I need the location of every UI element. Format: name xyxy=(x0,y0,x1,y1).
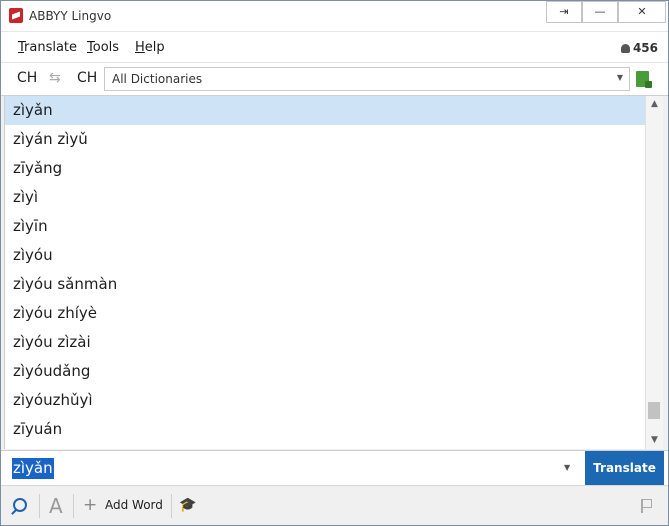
font-size-icon[interactable]: A xyxy=(49,494,63,518)
list-item[interactable]: zìyóudǎng xyxy=(5,357,646,386)
title-bar: ABBYY Lingvo ⇥ — ✕ xyxy=(1,1,668,31)
flag-icon[interactable] xyxy=(641,499,652,513)
close-button[interactable]: ✕ xyxy=(618,1,666,23)
scroll-up-icon[interactable]: ▲ xyxy=(646,96,663,113)
swap-languages-icon[interactable]: ⇆ xyxy=(49,70,61,86)
pin-icon: ⇥ xyxy=(559,5,569,18)
list-item[interactable]: zìyóu sǎnmàn xyxy=(5,270,646,299)
list-item[interactable]: zìyīn xyxy=(5,212,646,241)
search-input-selection: zìyǎn xyxy=(12,458,54,479)
language-bar: CH ⇆ CH All Dictionaries ▼ xyxy=(1,62,668,96)
list-item[interactable]: zīyǎng xyxy=(5,154,646,183)
dictionary-select[interactable]: All Dictionaries ▼ xyxy=(104,67,630,91)
source-language[interactable]: CH xyxy=(17,70,37,86)
close-icon: ✕ xyxy=(637,5,647,18)
graduation-cap-icon[interactable]: 🎓 xyxy=(179,497,196,513)
pin-button[interactable]: ⇥ xyxy=(546,1,582,23)
user-icon xyxy=(620,44,630,53)
word-list[interactable]: zìyǎn zìyán zìyǔ zīyǎng zìyì zìyīn zìyóu zìyóu… xyxy=(4,96,646,449)
menu-help-label: elp xyxy=(144,40,165,55)
app-window: ABBYY Lingvo ⇥ — ✕ Translate Tools Help … xyxy=(0,0,669,526)
minimize-button[interactable]: — xyxy=(582,1,618,23)
list-item[interactable]: zìyóu zhíyè xyxy=(5,299,646,328)
abbyy-logo-icon xyxy=(9,8,23,23)
list-item[interactable]: zìyán zìyǔ xyxy=(5,125,646,154)
word-list-scrollbar[interactable]: ▲ ▼ xyxy=(645,96,663,449)
window-title: ABBYY Lingvo xyxy=(29,9,112,23)
dictionary-select-value: All Dictionaries xyxy=(112,72,203,86)
menu-bar: Translate Tools Help 456 xyxy=(1,31,668,62)
user-count[interactable]: 456 xyxy=(620,41,658,55)
search-bar: zìyǎn ▼ Translate xyxy=(1,450,668,485)
list-item[interactable]: zìyǎn xyxy=(5,96,646,125)
bottom-toolbar: A + Add Word 🎓 xyxy=(1,485,668,525)
search-icon[interactable] xyxy=(13,498,27,512)
list-item[interactable]: zìyóu zìzài xyxy=(5,328,646,357)
plus-icon[interactable]: + xyxy=(83,495,97,515)
scroll-down-icon[interactable]: ▼ xyxy=(646,432,663,449)
menu-help[interactable]: Help xyxy=(135,40,165,55)
toolbar-divider xyxy=(39,494,40,518)
menu-tools[interactable]: Tools xyxy=(87,40,119,55)
list-item[interactable]: zīyuán xyxy=(5,415,646,444)
translate-button[interactable]: Translate xyxy=(585,451,664,485)
menu-help-mnemonic: H xyxy=(135,40,145,55)
history-dropdown-icon[interactable]: ▼ xyxy=(564,463,570,472)
user-count-value: 456 xyxy=(632,41,658,55)
chevron-down-icon: ▼ xyxy=(616,73,623,82)
list-item[interactable]: zìyóuzhǔyì xyxy=(5,386,646,415)
toolbar-divider xyxy=(73,494,74,518)
dictionaries-book-icon[interactable] xyxy=(636,71,652,88)
scroll-thumb[interactable] xyxy=(648,402,660,419)
minimize-icon: — xyxy=(594,5,606,18)
target-language[interactable]: CH xyxy=(77,70,97,86)
toolbar-divider xyxy=(171,494,172,518)
menu-tools-label: ools xyxy=(92,40,120,55)
search-input[interactable] xyxy=(7,454,583,484)
menu-translate[interactable]: Translate xyxy=(18,40,77,55)
add-word-button[interactable]: Add Word xyxy=(105,498,163,512)
menu-translate-label: ranslate xyxy=(24,40,78,55)
list-item[interactable]: zìyì xyxy=(5,183,646,212)
list-item[interactable]: zìyóu xyxy=(5,241,646,270)
